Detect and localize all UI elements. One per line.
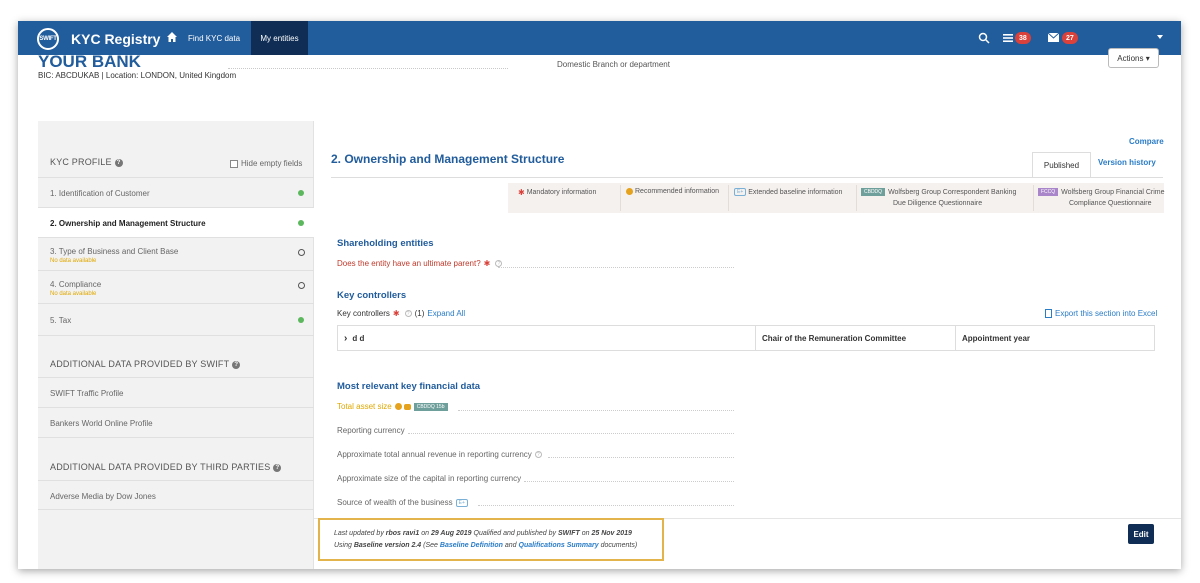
sidebar-item-identification[interactable]: 1. Identification of Customer xyxy=(38,177,314,207)
complete-status-icon xyxy=(298,317,304,323)
legend-mandatory: ✱ Mandatory information xyxy=(518,188,597,197)
actions-dropdown-button[interactable]: Actions ▾ xyxy=(1108,48,1159,68)
appointment-year-cell: Appointment year xyxy=(962,333,1031,343)
key-controllers-title: Key controllers xyxy=(337,290,407,301)
kyc-profile-heading: KYC PROFILE? xyxy=(50,157,123,167)
sidebar-item-adverse-media[interactable]: Adverse Media by Dow Jones xyxy=(38,480,314,510)
section-title: 2. Ownership and Management Structure xyxy=(331,152,565,166)
key-controllers-row: Key controllers ✱ ? (1) Expand All xyxy=(337,309,466,318)
additional-swift-heading: ADDITIONAL DATA PROVIDED BY SWIFT? xyxy=(50,359,241,369)
nav-my-entities[interactable]: My entities xyxy=(251,21,308,55)
reporting-currency-field: Reporting currency xyxy=(337,426,405,435)
sidebar-item-ownership[interactable]: 2. Ownership and Management Structure xyxy=(38,207,314,237)
baseline-definition-link[interactable]: Baseline Definition xyxy=(440,542,503,549)
financial-title: Most relevant key financial data xyxy=(337,381,481,392)
capital-size-field: Approximate size of the capital in repor… xyxy=(337,474,522,483)
compare-link[interactable]: Compare xyxy=(1129,137,1164,146)
legend-fccq-line2: Compliance Questionnaire xyxy=(1069,200,1152,207)
legend-bar: ✱ Mandatory information Recommended infor… xyxy=(508,183,1165,213)
help-icon[interactable]: ? xyxy=(534,451,542,458)
legend-recommended: Recommended information xyxy=(626,188,719,195)
search-icon[interactable] xyxy=(978,32,990,44)
branch-type: Domestic Branch or department xyxy=(557,60,670,69)
sidebar-item-compliance[interactable]: 4. Compliance No data available xyxy=(38,270,314,303)
shareholding-title: Shareholding entities xyxy=(337,238,434,249)
sidebar-item-tax[interactable]: 5. Tax xyxy=(38,303,314,335)
cbddq-tag: CBDDQ xyxy=(861,188,886,196)
source-of-wealth-field: Source of wealth of the business E+ xyxy=(337,498,470,507)
extended-tag: E+ xyxy=(455,498,468,507)
help-icon[interactable]: ? xyxy=(495,260,503,267)
mandatory-icon: ✱ xyxy=(483,259,491,268)
complete-status-icon xyxy=(298,220,304,226)
baseline-version-line: Using Baseline version 2.4 (See Baseline… xyxy=(334,542,638,549)
legend-cbddq: CBDDQ Wolfsberg Group Correspondent Banki… xyxy=(861,188,1016,196)
excel-icon xyxy=(1045,309,1052,318)
ultimate-parent-question: Does the entity have an ultimate parent?… xyxy=(337,259,503,268)
sidebar-item-swift-traffic[interactable]: SWIFT Traffic Profile xyxy=(38,377,314,407)
total-asset-size-field: Total asset size CBDDQ 15b xyxy=(337,402,448,411)
cbddq-15b-tag: CBDDQ 15b xyxy=(413,402,448,411)
key-controllers-table: › d d Chair of the Remuneration Committee… xyxy=(337,325,1155,351)
list-count-badge[interactable]: 38 xyxy=(1015,32,1031,44)
sidebar-item-business[interactable]: 3. Type of Business and Client Base No d… xyxy=(38,237,314,270)
export-excel-link[interactable]: Export this section into Excel xyxy=(1045,309,1157,318)
legend-fccq: FCCQ Wolfsberg Group Financial Crime xyxy=(1038,188,1165,196)
swift-logo[interactable]: SWIFT xyxy=(37,28,59,50)
kyc-sidebar: KYC PROFILE? Hide empty fields 1. Identi… xyxy=(38,121,314,569)
brand-title[interactable]: KYC Registry xyxy=(71,31,160,47)
annual-revenue-field: Approximate total annual revenue in repo… xyxy=(337,450,542,459)
nav-find-kyc-data[interactable]: Find KYC data xyxy=(188,34,240,43)
hide-empty-fields-toggle[interactable]: Hide empty fields xyxy=(230,159,302,168)
extended-tag: E+ xyxy=(734,188,747,196)
app-window: SWIFT KYC Registry Find KYC data My enti… xyxy=(18,21,1181,569)
recommended-icon xyxy=(626,188,633,195)
recommended-icon xyxy=(394,403,402,410)
legend-cbddq-line2: Due Diligence Questionnaire xyxy=(893,200,983,207)
list-icon[interactable] xyxy=(1003,33,1013,43)
sidebar-item-bankers-world[interactable]: Bankers World Online Profile xyxy=(38,407,314,437)
sidebar-divider xyxy=(38,335,314,336)
header-divider xyxy=(228,68,508,69)
hide-empty-checkbox[interactable] xyxy=(230,159,238,168)
fccq-tag: FCCQ xyxy=(1038,188,1059,196)
bank-bic-location: BIC: ABCDUKAB | Location: LONDON, United… xyxy=(38,71,237,80)
empty-status-icon xyxy=(298,282,305,289)
mandatory-icon: ✱ xyxy=(392,309,400,318)
field-underline xyxy=(498,267,734,268)
qualifications-summary-link[interactable]: Qualifications Summary xyxy=(519,542,599,549)
help-icon[interactable]: ? xyxy=(114,158,123,167)
mail-count-badge[interactable]: 27 xyxy=(1062,32,1078,44)
expand-all-link[interactable]: Expand All xyxy=(427,309,465,318)
user-menu-caret-icon[interactable] xyxy=(1157,35,1163,39)
home-icon[interactable] xyxy=(166,31,178,43)
tab-version-history[interactable]: Version history xyxy=(1098,158,1156,167)
complete-status-icon xyxy=(298,190,304,196)
help-icon[interactable]: ? xyxy=(273,463,282,472)
bank-name: YOUR BANK xyxy=(38,52,141,71)
mandatory-icon: ✱ xyxy=(518,188,525,197)
controller-role-cell: Chair of the Remuneration Committee xyxy=(762,333,907,343)
help-icon[interactable]: ? xyxy=(404,310,412,317)
controller-name-cell[interactable]: › d d xyxy=(344,326,364,350)
tab-published[interactable]: Published xyxy=(1032,152,1091,177)
last-updated-line: Last updated by rbos ravi1 on 29 Aug 201… xyxy=(334,530,632,537)
edit-button[interactable]: Edit xyxy=(1128,524,1154,544)
mail-icon[interactable] xyxy=(1048,33,1059,42)
empty-status-icon xyxy=(298,249,305,256)
chevron-right-icon: › xyxy=(344,332,348,344)
top-navbar: SWIFT KYC Registry Find KYC data My enti… xyxy=(18,21,1181,55)
additional-third-heading: ADDITIONAL DATA PROVIDED BY THIRD PARTIE… xyxy=(50,462,282,472)
sidebar-divider xyxy=(38,437,314,438)
tabs-divider xyxy=(331,177,1163,178)
help-icon[interactable]: ? xyxy=(232,360,241,369)
publication-info-box: Last updated by rbos ravi1 on 29 Aug 201… xyxy=(318,518,664,561)
comment-icon xyxy=(403,403,411,410)
legend-extended: E+ Extended baseline information xyxy=(734,188,842,196)
